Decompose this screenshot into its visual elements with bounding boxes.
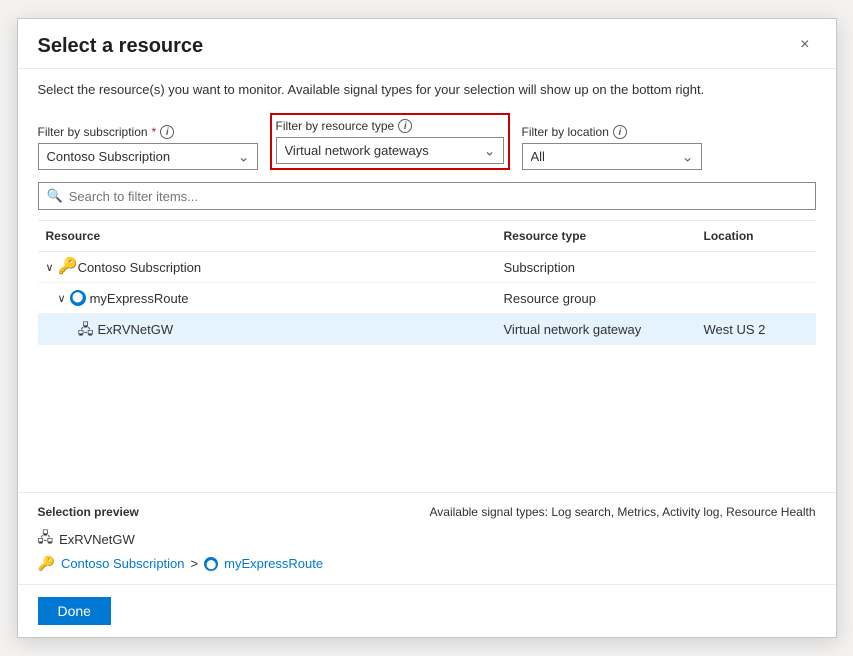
chevron-down-icon: ∨: [46, 261, 54, 274]
dialog-body: Select the resource(s) you want to monit…: [18, 69, 836, 492]
resource-type-cell-3: Virtual network gateway: [496, 322, 696, 337]
subscription-select-wrapper: Contoso Subscription: [38, 143, 258, 170]
required-marker: *: [152, 125, 157, 139]
location-select[interactable]: All: [522, 143, 702, 170]
subscription-key-icon: 🔑: [38, 555, 55, 572]
table-row[interactable]: 🖧 ExRVNetGW Virtual network gateway West…: [38, 314, 816, 345]
vng-icon: 🖧: [78, 321, 94, 337]
resource-type-cell-2: Resource group: [496, 291, 696, 306]
resource-group-icon: ⬤: [70, 290, 86, 306]
selection-preview-header: Selection preview Available signal types…: [38, 505, 816, 527]
dialog-header: Select a resource ×: [18, 19, 836, 69]
table-row[interactable]: ∨ ⬤ myExpressRoute Resource group: [38, 283, 816, 314]
col-resource-type: Resource type: [496, 229, 696, 243]
table-header: Resource Resource type Location: [38, 221, 816, 252]
info-text: Select the resource(s) you want to monit…: [38, 81, 816, 99]
selected-resource-name: ExRVNetGW: [59, 532, 135, 547]
selection-preview-title: Selection preview: [38, 505, 139, 519]
filters-row: Filter by subscription * i Contoso Subsc…: [38, 113, 816, 170]
search-icon: 🔍: [47, 188, 63, 204]
location-info-icon[interactable]: i: [613, 125, 627, 139]
resource-name-link[interactable]: Contoso Subscription: [78, 260, 202, 275]
resource-group-breadcrumb-icon: ⬤: [204, 557, 218, 571]
resource-type-cell-1: Subscription: [496, 260, 696, 275]
subscription-filter-label: Filter by subscription * i: [38, 125, 258, 139]
resource-type-select[interactable]: Virtual network gateways: [276, 137, 504, 164]
search-box[interactable]: 🔍: [38, 182, 816, 210]
subscription-select[interactable]: Contoso Subscription: [38, 143, 258, 170]
done-button[interactable]: Done: [38, 597, 111, 625]
selection-preview: Selection preview Available signal types…: [18, 492, 836, 584]
subscription-icon: 🔑: [58, 259, 74, 275]
search-input[interactable]: [69, 189, 807, 204]
select-resource-dialog: Select a resource × Select the resource(…: [17, 18, 837, 638]
col-location: Location: [696, 229, 816, 243]
resource-name-link[interactable]: ExRVNetGW: [98, 322, 174, 337]
resource-type-filter-group: Filter by resource type i Virtual networ…: [270, 113, 510, 170]
selection-preview-breadcrumb: 🔑 Contoso Subscription > ⬤ myExpressRout…: [38, 555, 816, 572]
available-signals: Available signal types: Log search, Metr…: [430, 505, 816, 519]
close-button[interactable]: ×: [794, 35, 815, 55]
selection-preview-item-1: 🖧 ExRVNetGW: [38, 527, 816, 551]
col-resource: Resource: [38, 229, 496, 243]
chevron-down-icon: ∨: [58, 292, 66, 305]
location-select-wrapper: All: [522, 143, 702, 170]
location-cell-3: West US 2: [696, 322, 816, 337]
resource-cell-1: ∨ 🔑 Contoso Subscription: [38, 259, 496, 275]
resource-table: Resource Resource type Location ∨ 🔑 Cont…: [38, 220, 816, 480]
dialog-footer: Done: [18, 584, 836, 637]
vng-icon: 🖧: [38, 527, 54, 551]
resource-type-highlight-box: Filter by resource type i Virtual networ…: [270, 113, 510, 170]
resource-type-select-wrapper: Virtual network gateways: [276, 137, 504, 164]
resource-cell-3: 🖧 ExRVNetGW: [38, 321, 496, 337]
resource-type-inner: Filter by resource type i Virtual networ…: [276, 119, 504, 164]
location-filter-label: Filter by location i: [522, 125, 702, 139]
breadcrumb-subscription[interactable]: Contoso Subscription: [61, 556, 185, 571]
breadcrumb-resource-group[interactable]: myExpressRoute: [224, 556, 323, 571]
resource-name-link[interactable]: myExpressRoute: [90, 291, 189, 306]
resource-type-info-icon[interactable]: i: [398, 119, 412, 133]
subscription-filter-group: Filter by subscription * i Contoso Subsc…: [38, 125, 258, 170]
subscription-info-icon[interactable]: i: [160, 125, 174, 139]
location-filter-group: Filter by location i All: [522, 125, 702, 170]
dialog-title: Select a resource: [38, 35, 204, 58]
table-row[interactable]: ∨ 🔑 Contoso Subscription Subscription: [38, 252, 816, 283]
resource-cell-2: ∨ ⬤ myExpressRoute: [38, 290, 496, 306]
resource-type-filter-label: Filter by resource type i: [276, 119, 504, 133]
